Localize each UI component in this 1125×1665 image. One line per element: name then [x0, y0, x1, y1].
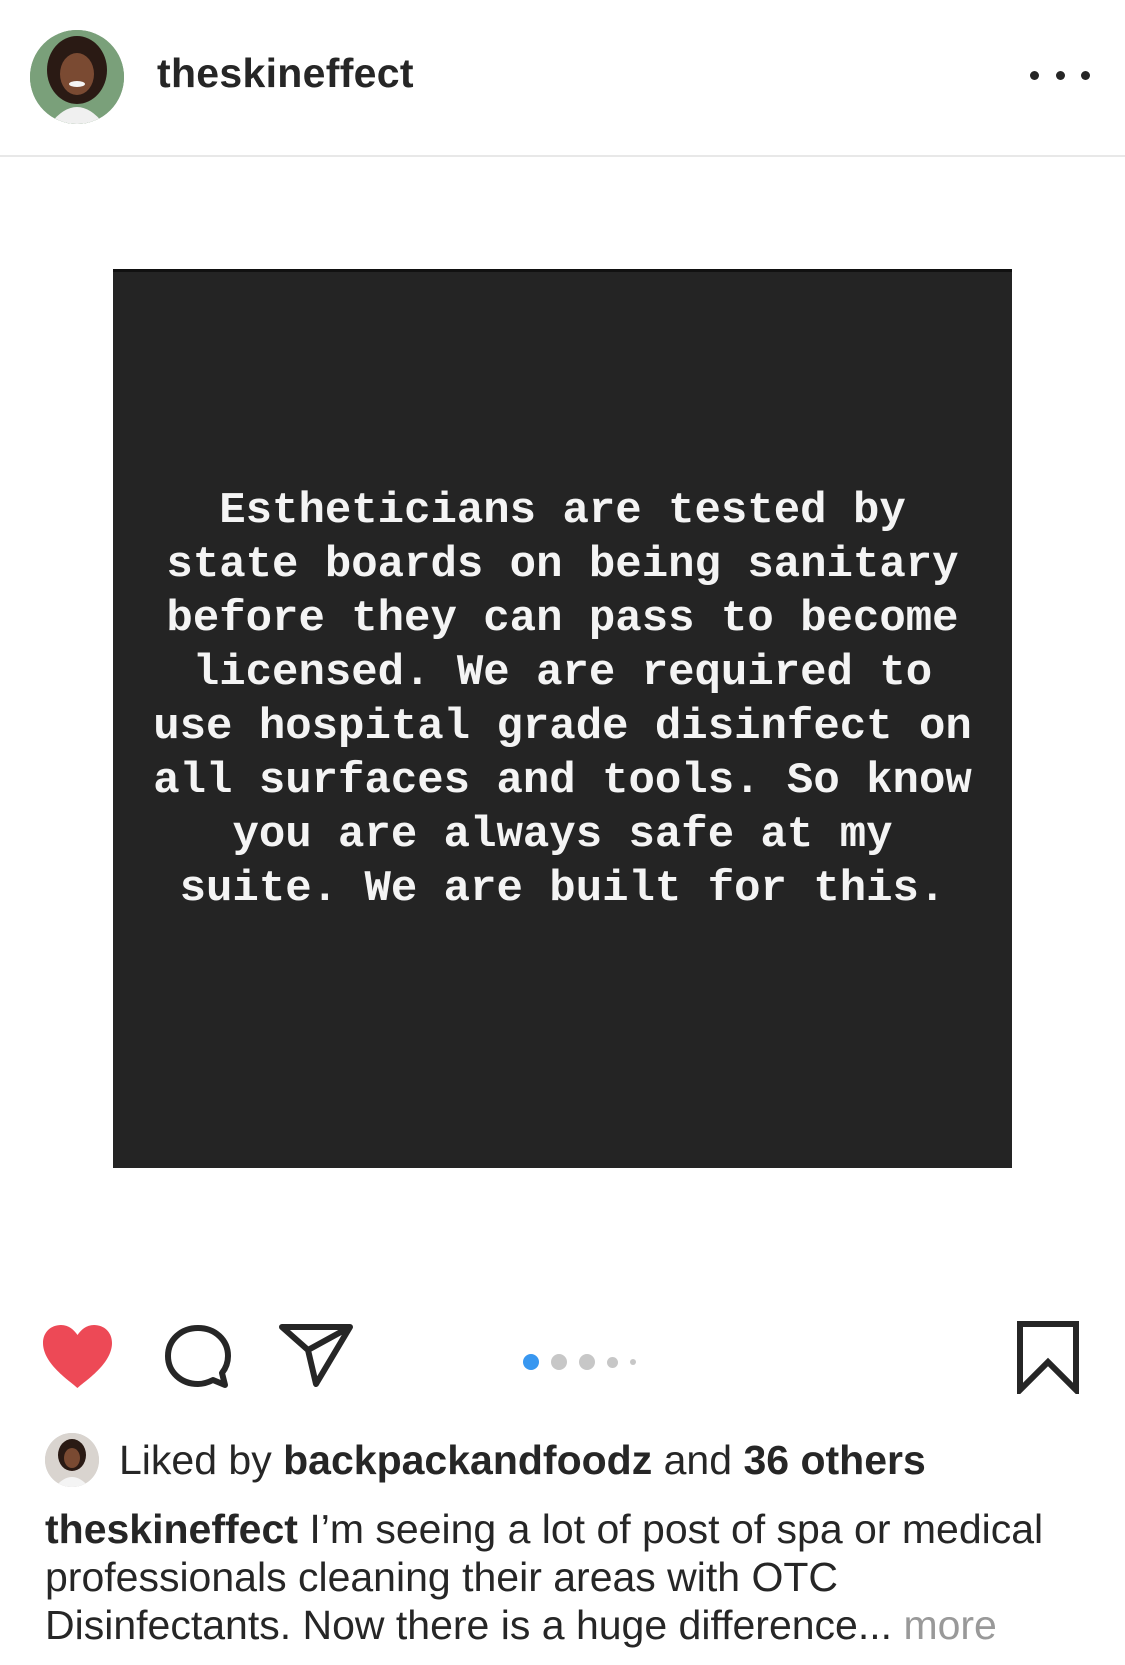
- likes-others-count[interactable]: 36 others: [743, 1437, 925, 1483]
- liker-avatar: [45, 1433, 99, 1487]
- quote-text: Estheticians are tested by state boards …: [153, 486, 972, 914]
- save-button[interactable]: [1015, 1320, 1081, 1398]
- carousel-dot: [630, 1359, 636, 1365]
- caption-more-link[interactable]: more: [903, 1602, 996, 1648]
- carousel-indicator: [523, 1354, 636, 1370]
- like-button[interactable]: [40, 1322, 115, 1390]
- likes-prefix: Liked by: [119, 1436, 272, 1483]
- more-options-button[interactable]: [1030, 60, 1090, 90]
- more-options-icon: [1030, 70, 1039, 80]
- carousel-dot: [607, 1356, 618, 1368]
- likes-connector: and: [663, 1436, 733, 1483]
- profile-photo-icon: [30, 30, 124, 124]
- comment-icon: [165, 1325, 231, 1388]
- post-caption: theskineffect I’m seeing a lot of post o…: [45, 1505, 1085, 1649]
- more-options-dot: [1055, 70, 1065, 80]
- likes-summary[interactable]: Liked by backpackandfoodz and 36 others: [45, 1432, 926, 1488]
- header-username[interactable]: theskineffect: [157, 50, 414, 97]
- post-header: theskineffect: [0, 0, 1125, 157]
- carousel-dot: [551, 1354, 567, 1370]
- action-bar: [0, 1300, 1125, 1410]
- post-image[interactable]: Estheticians are tested by state boards …: [0, 157, 1125, 1282]
- liker-photo-icon: [45, 1433, 99, 1487]
- profile-avatar[interactable]: [30, 30, 124, 124]
- carousel-dot: [579, 1354, 595, 1370]
- likes-text: Liked by backpackandfoodz and 36 others: [119, 1437, 926, 1484]
- quote-card: Estheticians are tested by state boards …: [113, 269, 1012, 1168]
- comment-button[interactable]: [162, 1322, 234, 1392]
- share-button[interactable]: [278, 1322, 354, 1388]
- direct-share-icon: [279, 1324, 353, 1387]
- heart-filled-icon: [43, 1325, 112, 1388]
- bookmark-icon: [1017, 1321, 1079, 1398]
- more-options-dot: [1081, 70, 1090, 80]
- first-liker-username[interactable]: backpackandfoodz: [283, 1437, 652, 1483]
- caption-username[interactable]: theskineffect: [45, 1506, 298, 1552]
- carousel-dot-active: [523, 1354, 539, 1370]
